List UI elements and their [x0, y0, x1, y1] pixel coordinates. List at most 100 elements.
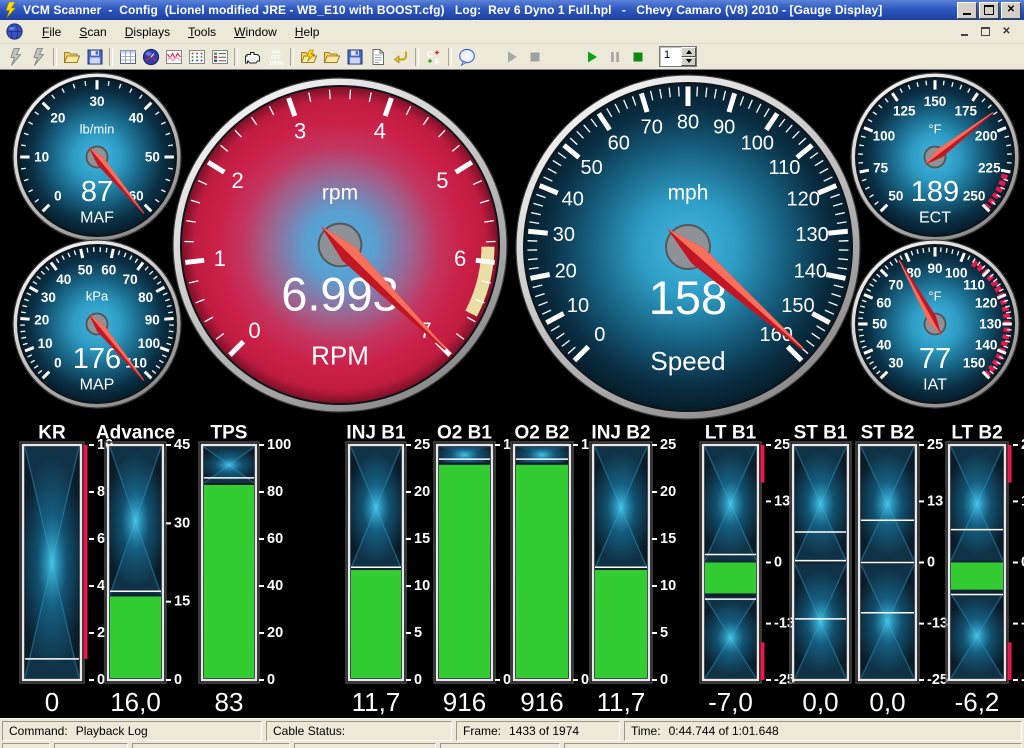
svg-text:0: 0 [581, 672, 589, 688]
folder-open-icon [323, 48, 341, 66]
svg-text:5: 5 [660, 625, 668, 641]
svg-text:0: 0 [54, 189, 62, 204]
svg-text:30: 30 [553, 224, 575, 246]
gauge-display-button[interactable] [139, 46, 162, 67]
svg-text:0: 0 [97, 672, 105, 688]
mdi-restore-button[interactable] [978, 25, 993, 38]
toolbar: ONOFF100% CF i 1 [0, 44, 1024, 70]
playback-pause-button[interactable] [603, 46, 626, 67]
restore-button[interactable] [979, 2, 999, 19]
svg-text:40: 40 [562, 188, 584, 210]
svg-text:11,7: 11,7 [352, 687, 401, 717]
svg-text:1: 1 [581, 437, 589, 453]
svg-text:10: 10 [660, 578, 676, 594]
svg-text:MAF: MAF [80, 209, 114, 226]
svg-text:0: 0 [174, 672, 182, 688]
menu-item-scan[interactable]: Scan [70, 23, 115, 41]
graph-display-button[interactable] [162, 46, 185, 67]
menu-bar: FileScanDisplaysToolsWindowHelp ✕ [0, 20, 1024, 44]
document-icon [369, 48, 387, 66]
svg-text:0: 0 [45, 687, 59, 717]
menu-item-displays[interactable]: Displays [116, 23, 179, 41]
status-section-frame: Frame:1433 of 1974 [456, 721, 620, 741]
svg-text:60: 60 [876, 295, 891, 310]
svg-text:45: 45 [174, 437, 190, 453]
svg-text:0: 0 [927, 555, 935, 571]
open-log-button[interactable] [320, 46, 343, 67]
svg-text:40: 40 [56, 272, 71, 287]
svg-text:30: 30 [89, 94, 104, 109]
table-display-button[interactable] [116, 46, 139, 67]
gauge-display-area: 0102030405060lb/min87MAF0102030405060708… [0, 70, 1024, 718]
svg-text:13: 13 [774, 493, 790, 509]
svg-text:189: 189 [911, 176, 959, 208]
title-bar: VCM Scanner - Config (Lionel modified JR… [0, 0, 1024, 20]
svg-text:25: 25 [414, 437, 430, 453]
svg-text:916: 916 [443, 687, 486, 717]
svg-text:2: 2 [97, 625, 105, 641]
svg-text:6: 6 [454, 246, 466, 271]
write-vehicle-button[interactable] [27, 46, 50, 67]
playback-speed-spinner[interactable]: 1 [659, 46, 697, 67]
svg-text:90: 90 [713, 117, 735, 139]
func-cf-icon: CF [425, 48, 443, 66]
svg-text:40: 40 [876, 338, 891, 353]
status-bar: Command:Playback LogCable Status:Frame:1… [0, 718, 1024, 748]
mdi-minimize-button[interactable] [957, 25, 972, 38]
svg-text:INJ B2: INJ B2 [591, 423, 650, 444]
svg-text:0: 0 [267, 672, 275, 688]
grid-display-button[interactable] [185, 46, 208, 67]
record-stop-button[interactable] [523, 46, 546, 67]
toolbar-separator [415, 48, 419, 66]
dtc-display-button[interactable] [208, 46, 231, 67]
gauge-map: 0102030405060708090100110kPa176MAP [13, 240, 181, 408]
export-log-button[interactable] [389, 46, 412, 67]
svg-text:75: 75 [873, 160, 889, 175]
menu-item-tools[interactable]: Tools [179, 23, 225, 41]
menu-item-file[interactable]: File [33, 23, 70, 41]
open-config-button[interactable] [60, 46, 83, 67]
svg-text:15: 15 [174, 594, 190, 610]
read-log-button[interactable] [297, 46, 320, 67]
svg-text:2: 2 [232, 168, 244, 193]
svg-text:rpm: rpm [322, 181, 358, 204]
mdi-close-button[interactable]: ✕ [999, 25, 1014, 38]
svg-text:140: 140 [794, 260, 827, 282]
record-play-button[interactable] [500, 46, 523, 67]
gauge-maf: 0102030405060lb/min87MAF [13, 73, 181, 241]
svg-text:110: 110 [768, 157, 800, 179]
output-control-button[interactable]: ONOFF100% [264, 46, 287, 67]
svg-text:80: 80 [138, 290, 153, 305]
svg-text:110: 110 [963, 277, 985, 292]
spinner-up-button[interactable] [681, 47, 696, 57]
svg-text:916: 916 [520, 687, 563, 717]
gauge-dashboard: 0102030405060lb/min87MAF0102030405060708… [0, 70, 1024, 718]
svg-text:130: 130 [979, 317, 1002, 332]
svg-text:LT B1: LT B1 [705, 423, 757, 444]
bolt-icon [30, 48, 48, 66]
save-config-button[interactable] [83, 46, 106, 67]
log-file-button[interactable] [366, 46, 389, 67]
save-log-button[interactable] [343, 46, 366, 67]
svg-text:INJ B1: INJ B1 [346, 423, 406, 444]
menu-item-help[interactable]: Help [286, 23, 329, 41]
svg-text:100: 100 [267, 437, 291, 453]
close-button[interactable]: ✕ [1001, 2, 1021, 19]
engine-dtc-button[interactable] [241, 46, 264, 67]
svg-text:250: 250 [963, 189, 986, 204]
document-globe-icon [6, 23, 23, 40]
svg-text:20: 20 [267, 625, 283, 641]
svg-text:30: 30 [888, 356, 903, 371]
minimize-button[interactable] [957, 2, 977, 19]
playback-play-button[interactable] [580, 46, 603, 67]
svg-text:70: 70 [123, 272, 138, 287]
channels-button[interactable]: CF [422, 46, 445, 67]
read-vehicle-button[interactable] [4, 46, 27, 67]
spinner-down-button[interactable] [681, 57, 696, 67]
svg-text:50: 50 [872, 317, 887, 332]
info-button[interactable]: i [455, 46, 478, 67]
svg-text:6: 6 [97, 531, 105, 547]
menu-item-window[interactable]: Window [225, 23, 286, 41]
playback-stop-button[interactable] [626, 46, 649, 67]
svg-text:10: 10 [567, 295, 589, 317]
